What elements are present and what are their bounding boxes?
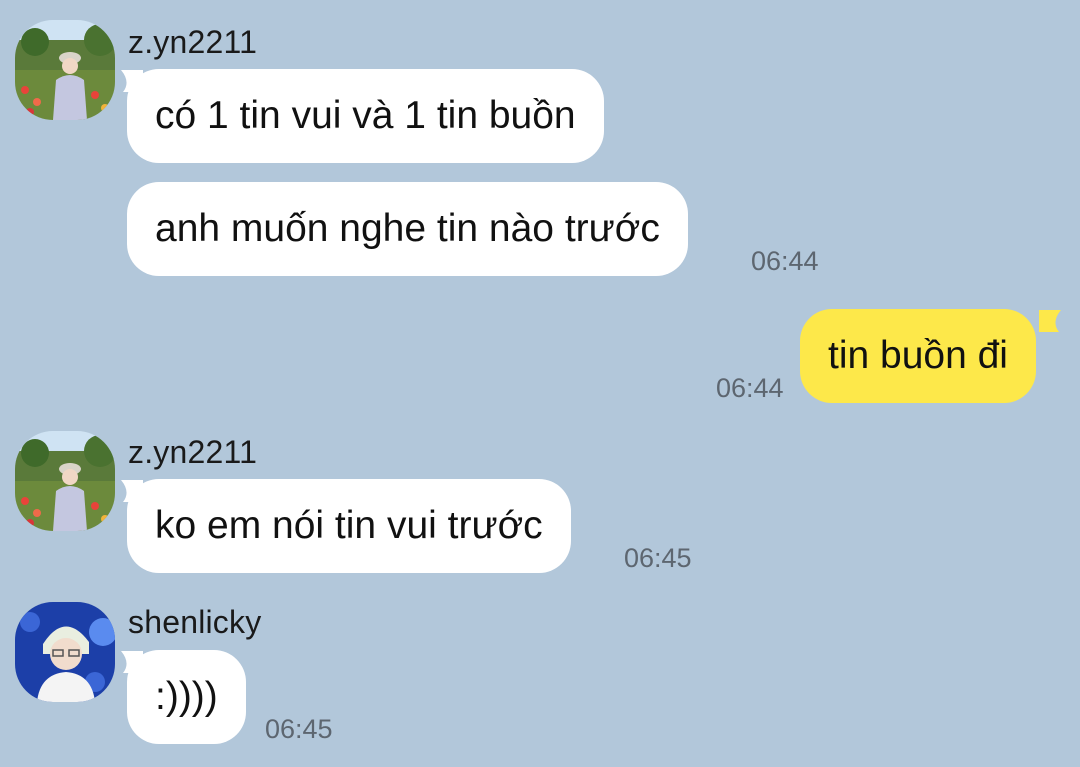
message-timestamp: 06:45 bbox=[265, 714, 333, 744]
message-timestamp: 06:44 bbox=[716, 373, 784, 403]
avatar-photo-icon bbox=[15, 20, 115, 120]
sender-name: shenlicky bbox=[128, 604, 262, 640]
bubble-tail bbox=[1039, 310, 1061, 332]
avatar-photo-icon bbox=[15, 431, 115, 531]
avatar-photo-icon bbox=[15, 602, 115, 702]
message-bubble[interactable]: anh muốn nghe tin nào trước bbox=[127, 182, 688, 276]
sender-name: z.yn2211 bbox=[128, 434, 258, 470]
message-bubble[interactable]: ko em nói tin vui trước bbox=[127, 479, 571, 573]
message-timestamp: 06:44 bbox=[751, 246, 819, 276]
sender-name: z.yn2211 bbox=[128, 24, 258, 60]
message-bubble[interactable]: có 1 tin vui và 1 tin buồn bbox=[127, 69, 604, 163]
sender-avatar[interactable] bbox=[15, 20, 115, 120]
message-timestamp: 06:45 bbox=[624, 543, 692, 573]
message-bubble[interactable]: :)))) bbox=[127, 650, 246, 744]
sender-avatar[interactable] bbox=[15, 431, 115, 531]
message-bubble-outgoing[interactable]: tin buồn đi bbox=[800, 309, 1036, 403]
sender-avatar[interactable] bbox=[15, 602, 115, 702]
